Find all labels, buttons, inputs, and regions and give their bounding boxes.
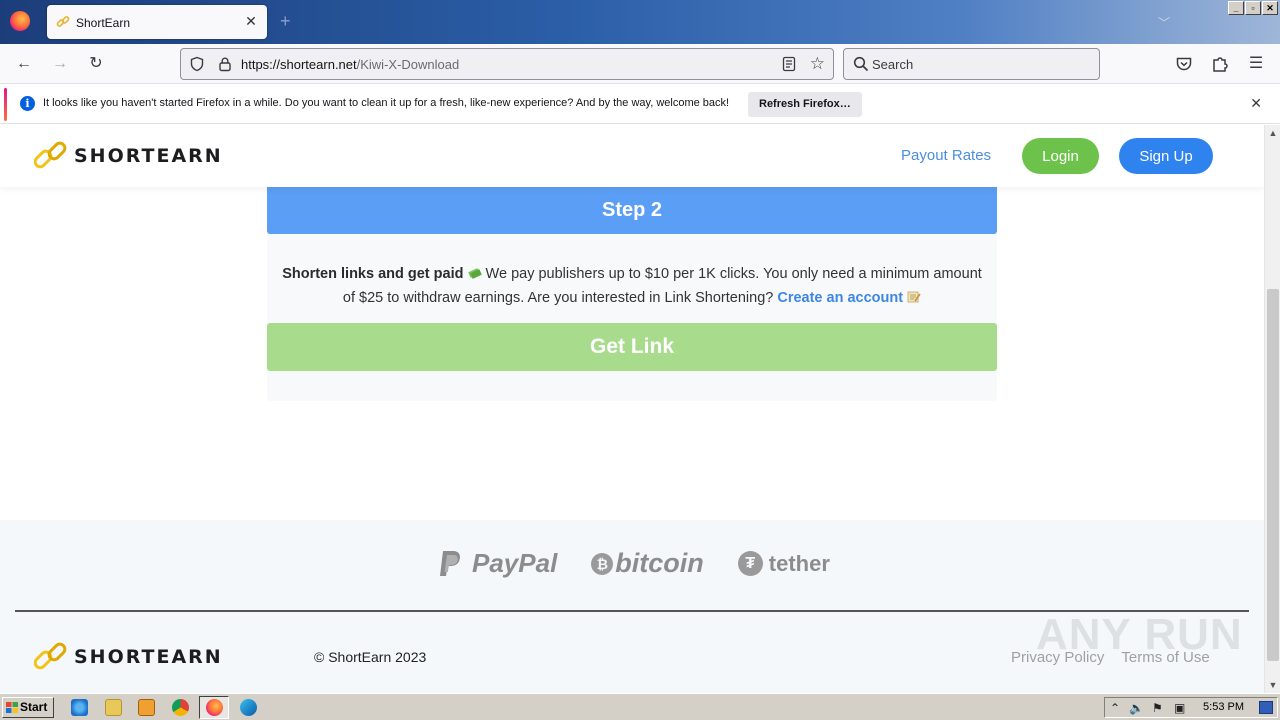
firefox-notification-bar: i It looks like you haven't started Fire…: [0, 85, 1280, 124]
login-button[interactable]: Login: [1022, 138, 1099, 174]
minimize-button[interactable]: _: [1228, 1, 1244, 15]
firefox-icon: [206, 699, 223, 716]
brand-name: SHORTEARN: [74, 145, 223, 167]
site-header: SHORTEARN Payout Rates Login Sign Up: [0, 125, 1264, 187]
firefox-taskbar-button[interactable]: [199, 696, 229, 719]
lock-icon[interactable]: [217, 56, 233, 72]
url-text: https://shortearn.net/Kiwi-X-Download: [241, 57, 459, 72]
memo-emoji-icon: [907, 291, 921, 303]
search-icon: [853, 56, 869, 72]
url-path: /Kiwi-X-Download: [356, 57, 460, 72]
tab-close-icon[interactable]: ✕: [243, 13, 259, 29]
refresh-firefox-button[interactable]: Refresh Firefox…: [748, 92, 862, 117]
firefox-logo-icon[interactable]: [10, 11, 30, 31]
chain-logo-icon: [34, 141, 67, 169]
windows-flag-icon: [6, 702, 18, 713]
tether-text: tether: [768, 550, 830, 576]
notification-message: It looks like you haven't started Firefo…: [43, 97, 730, 109]
file-explorer-icon[interactable]: [105, 699, 122, 716]
chain-link-icon: [56, 16, 70, 27]
site-logo[interactable]: SHORTEARN: [34, 139, 223, 173]
internet-explorer-icon[interactable]: [71, 699, 88, 716]
reload-icon[interactable]: ↻: [86, 54, 106, 74]
address-bar[interactable]: https://shortearn.net/Kiwi-X-Download ☆: [180, 48, 834, 80]
page-scrollbar[interactable]: ▲ ▼: [1264, 125, 1280, 693]
tab-title: ShortEarn: [76, 16, 131, 30]
hamburger-menu-icon[interactable]: ☰: [1246, 54, 1266, 74]
back-arrow-icon[interactable]: ←: [14, 54, 34, 74]
media-player-icon[interactable]: [138, 699, 155, 716]
paypal-text: PayPal: [472, 548, 558, 578]
bitcoin-icon: ₿: [591, 552, 614, 575]
paypal-icon: [440, 550, 460, 576]
forward-arrow-icon[interactable]: →: [50, 54, 70, 74]
reader-view-icon[interactable]: [781, 56, 797, 72]
chain-logo-icon: [34, 642, 67, 670]
anyrun-watermark: ANY RUN: [1036, 610, 1243, 659]
action-center-flag-icon[interactable]: ⚑: [1152, 701, 1163, 715]
pocket-icon[interactable]: [1174, 54, 1194, 74]
footer-logo[interactable]: SHORTEARN: [34, 640, 223, 674]
restore-button[interactable]: ▫: [1245, 1, 1261, 15]
extensions-puzzle-icon[interactable]: [1210, 54, 1230, 74]
paypal-logo: PayPal: [438, 548, 557, 579]
tether-icon: ₮: [737, 551, 763, 576]
bitcoin-logo: ₿ bitcoin: [591, 548, 704, 579]
windows-taskbar: Start ⌃ 🔈 ⚑ ▣ 5:53 PM: [0, 693, 1280, 720]
scrollbar-thumb[interactable]: [1267, 289, 1279, 661]
web-page: SHORTEARN Payout Rates Login Sign Up Ste…: [0, 125, 1264, 693]
search-input[interactable]: [872, 55, 1082, 73]
new-tab-icon[interactable]: +: [280, 12, 291, 30]
scroll-down-arrow-icon[interactable]: ▼: [1265, 677, 1280, 693]
show-desktop-icon[interactable]: [1259, 701, 1273, 714]
start-button[interactable]: Start: [2, 697, 54, 718]
url-host: https://shortearn.net: [241, 57, 357, 72]
payment-logos: PayPal ₿ bitcoin ₮ tether: [438, 548, 830, 579]
network-icon[interactable]: ▣: [1174, 701, 1185, 715]
promo-bold: Shorten links and get paid: [282, 266, 464, 282]
bitcoin-text: bitcoin: [615, 548, 704, 578]
notification-accent: [4, 88, 7, 121]
chrome-icon[interactable]: [172, 699, 189, 716]
promo-text: Shorten links and get paid We pay publis…: [275, 262, 989, 310]
window-controls: _ ▫ ✕: [1228, 1, 1278, 15]
navigation-toolbar: ← → ↻ https://shortearn.net/Kiwi-X-Downl…: [0, 44, 1280, 84]
tracking-shield-icon[interactable]: [189, 56, 205, 72]
info-icon: i: [20, 96, 35, 111]
clock: 5:53 PM: [1203, 701, 1244, 713]
bookmark-star-icon[interactable]: ☆: [810, 54, 825, 74]
tether-logo: ₮ tether: [737, 550, 830, 577]
create-account-link[interactable]: Create an account: [777, 290, 903, 306]
search-bar[interactable]: [843, 48, 1100, 80]
scroll-up-arrow-icon[interactable]: ▲: [1265, 125, 1280, 141]
money-emoji-icon: [467, 268, 482, 279]
notification-close-icon[interactable]: ✕: [1250, 95, 1262, 112]
tab-list-chevron-icon[interactable]: ﹀: [1158, 14, 1170, 31]
sign-up-button[interactable]: Sign Up: [1119, 138, 1213, 174]
tab-shortearn[interactable]: ShortEarn ✕: [47, 5, 267, 39]
volume-icon[interactable]: 🔈: [1129, 701, 1144, 715]
site-footer: PayPal ₿ bitcoin ₮ tether SHORTEARN © Sh…: [0, 520, 1264, 693]
tab-strip: ShortEarn ✕ + ﹀ _ ▫ ✕: [0, 0, 1280, 44]
start-label: Start: [20, 700, 48, 714]
system-tray: ⌃ 🔈 ⚑ ▣ 5:53 PM: [1104, 697, 1278, 718]
close-window-button[interactable]: ✕: [1262, 1, 1278, 15]
edge-icon[interactable]: [240, 699, 257, 716]
step-title: Step 2: [267, 187, 997, 234]
payout-rates-link[interactable]: Payout Rates: [901, 147, 991, 164]
copyright: © ShortEarn 2023: [314, 649, 427, 665]
tray-expand-icon[interactable]: ⌃: [1110, 701, 1120, 715]
get-link-button[interactable]: Get Link: [267, 323, 997, 371]
footer-brand-name: SHORTEARN: [74, 646, 223, 668]
